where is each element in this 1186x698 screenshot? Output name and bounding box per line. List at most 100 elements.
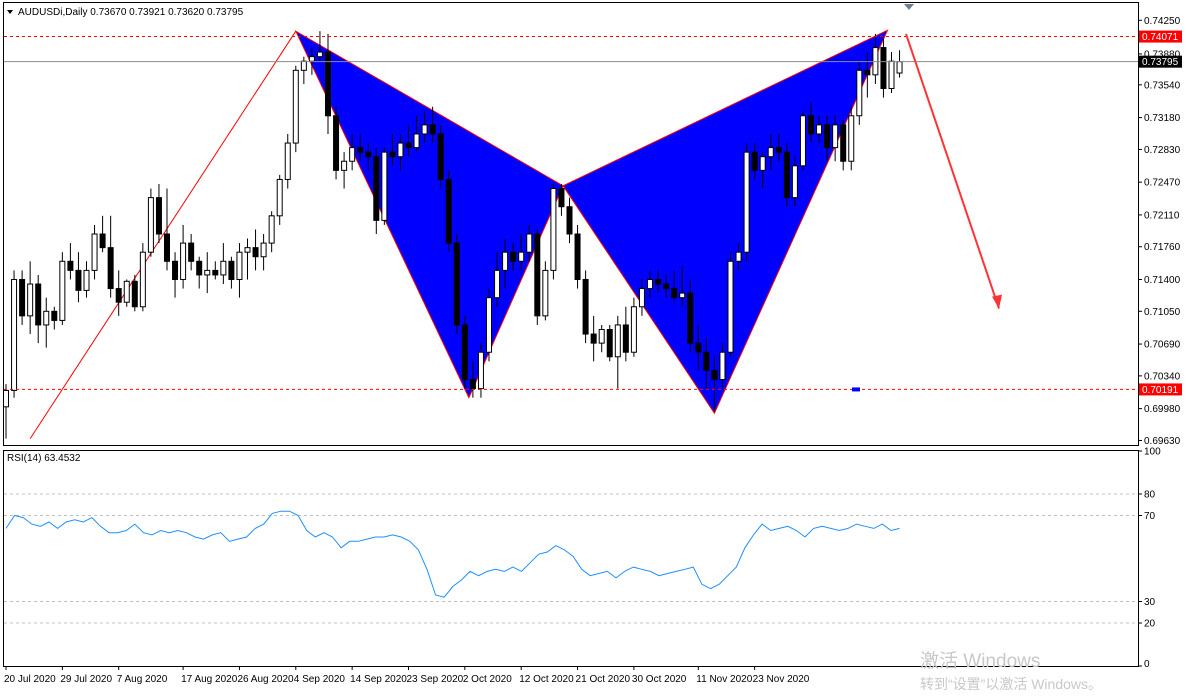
bull-candle-body: [526, 233, 533, 253]
date-tick-label: 21 Oct 2020: [576, 674, 631, 685]
bull-candle-body: [43, 310, 50, 326]
chart-canvas[interactable]: 0.740710.701910.73795 0.742500.738800.73…: [0, 0, 1186, 693]
bull-candle-body: [856, 69, 863, 117]
date-tick-label: 26 Aug 2020: [237, 674, 294, 685]
bear-candle-body: [389, 151, 396, 158]
price-tick-label: 0.73880: [1144, 49, 1181, 60]
bear-candle-body: [711, 369, 718, 381]
date-axis: 20 Jul 2020 29 Jul 2020 7 Aug 2020 17 Aug 2…: [4, 666, 810, 685]
bull-candle-body: [767, 147, 774, 158]
bear-candle-body: [51, 310, 58, 321]
rsi-tick-label: 70: [1144, 511, 1156, 522]
bull-candle-body: [735, 251, 742, 262]
bull-candle-body: [220, 260, 227, 276]
bear-candle-body: [510, 251, 517, 262]
bear-candle-body: [453, 242, 460, 326]
bull-candle-body: [147, 197, 154, 253]
bear-candle-body: [228, 260, 235, 280]
bull-candle-body: [11, 278, 18, 391]
bull-candle-body: [477, 351, 484, 390]
bull-candle-body: [743, 151, 750, 253]
bear-candle-body: [365, 151, 372, 158]
price-tick-label: 0.71400: [1144, 275, 1181, 286]
bull-candle-body: [630, 306, 637, 353]
bull-candle-body: [381, 151, 388, 221]
bull-candle-body: [638, 288, 645, 308]
date-tick-label: 11 Nov 2020: [696, 674, 752, 685]
bull-candle-body: [799, 115, 806, 167]
date-tick-label: 14 Sep 2020: [350, 674, 407, 685]
candle: [11, 270, 18, 398]
bull-candle-body: [542, 269, 549, 317]
candle: [453, 234, 460, 335]
bear-candle-body: [534, 233, 541, 317]
date-tick-label: 17 Aug 2020: [181, 674, 238, 685]
bear-candle-body: [115, 288, 122, 303]
price-tick-label: 0.70340: [1144, 371, 1181, 382]
main-panel-header: AUDUSDi,Daily 0.73670 0.73921 0.73620 0.…: [18, 7, 244, 18]
price-tick-label: 0.72470: [1144, 178, 1181, 189]
candle: [534, 229, 541, 325]
bear-candle-body: [590, 333, 597, 344]
bull-candle-body: [139, 251, 146, 308]
date-tick-label: 23 Nov 2020: [753, 674, 810, 685]
rsi-tick-label: 30: [1144, 597, 1156, 608]
bull-candle-body: [848, 115, 855, 162]
candle: [880, 38, 887, 98]
bull-candle-body: [27, 283, 34, 317]
bear-candle-body: [188, 242, 195, 262]
bull-candle-body: [791, 165, 798, 199]
bull-candle-body: [268, 215, 275, 244]
bear-candle-body: [333, 115, 340, 171]
bull-candle-body: [550, 188, 557, 271]
bull-candle-body: [349, 147, 356, 162]
bull-candle-body: [816, 124, 823, 135]
bear-candle-body: [212, 269, 219, 276]
bear-candle-body: [67, 260, 74, 271]
candle: [856, 61, 863, 125]
bull-candle-body: [598, 328, 605, 344]
bear-candle-body: [663, 283, 670, 290]
price-tick-label: 0.71050: [1144, 307, 1181, 318]
bull-candle-body: [647, 278, 653, 290]
date-tick-label: 29 Jul 2020: [60, 674, 112, 685]
candle: [550, 183, 557, 280]
bear-candle-body: [864, 69, 871, 76]
bull-candle-body: [614, 324, 621, 358]
price-tick-label: 0.71760: [1144, 242, 1181, 253]
price-tick-label: 0.69980: [1144, 404, 1181, 415]
bear-candle-body: [880, 47, 887, 89]
bull-candle-body: [180, 242, 187, 280]
price-tick-label: 0.73540: [1144, 80, 1181, 91]
price-tick-label: 0.72830: [1144, 145, 1181, 156]
bull-candle-body: [91, 233, 98, 271]
bull-candle-body: [518, 251, 525, 262]
bull-candle-body: [308, 56, 315, 62]
candle: [59, 252, 66, 325]
bull-candle-body: [59, 260, 66, 321]
price-axis: 0.74250 0.73880 0.73540 0.73180 0.72830 0.724…: [1138, 16, 1181, 447]
bull-candle-body: [284, 142, 291, 180]
bear-candle-body: [574, 233, 581, 280]
bull-candle-body: [300, 60, 307, 71]
candle: [606, 324, 613, 362]
rsi-tick-label: 0: [1144, 659, 1150, 670]
bull-candle-body: [679, 292, 686, 299]
bull-candle-body: [486, 297, 492, 353]
bull-candle-body: [244, 247, 251, 253]
bear-candle-body: [558, 188, 565, 208]
candle: [445, 170, 452, 253]
date-tick-label: 2 Oct 2020: [463, 674, 512, 685]
date-tick-label: 23 Sep 2020: [407, 674, 464, 685]
bear-candle-body: [164, 233, 170, 262]
candle: [743, 143, 750, 262]
bear-candle-body: [695, 342, 702, 353]
chart-window[interactable]: 0.74071 0.70191 0.73795 0.74250 0.73880 0.73…: [0, 0, 1186, 693]
bear-candle-body: [196, 260, 203, 276]
bear-candle-body: [461, 324, 468, 381]
bull-candle-body: [719, 351, 726, 381]
bull-candle-body: [236, 251, 243, 280]
bull-candle-body: [3, 389, 9, 408]
bear-candle-body: [469, 379, 476, 390]
bull-candle-body: [502, 251, 509, 271]
